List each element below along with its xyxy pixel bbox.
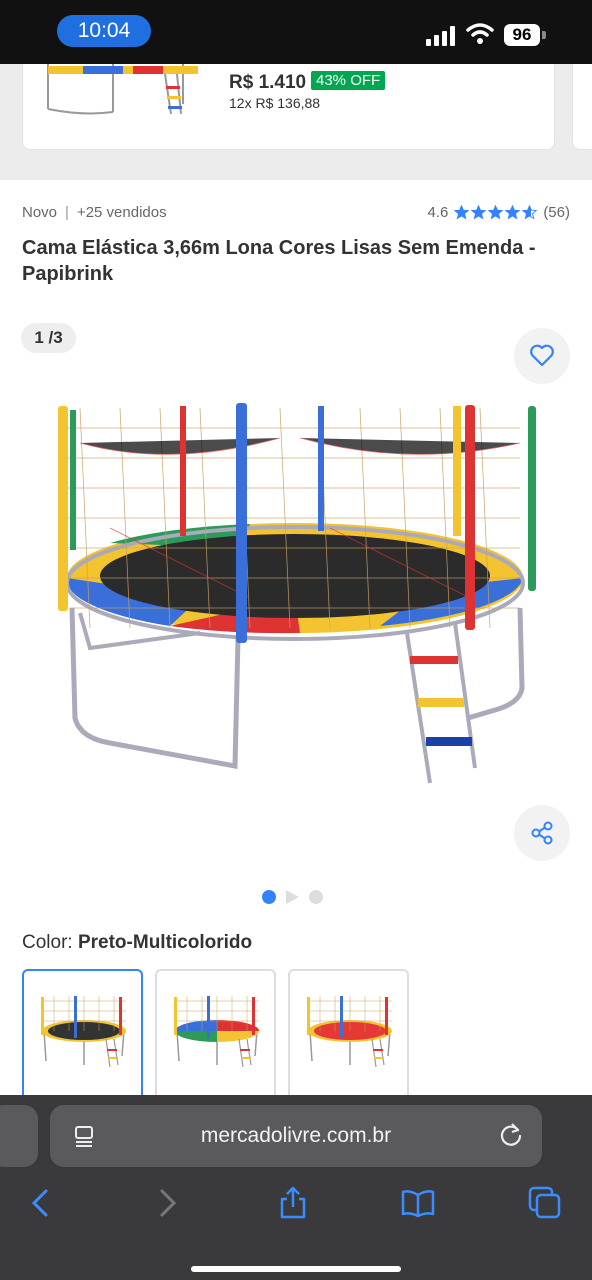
rating-value: 4.6 xyxy=(427,204,449,221)
star-icon xyxy=(522,205,538,220)
status-time: 10:04 xyxy=(57,15,151,47)
recommendation-thumbnail xyxy=(47,64,198,115)
product-title: Cama Elástica 3,66m Lona Cores Lisas Sem… xyxy=(22,237,536,285)
product-rating[interactable]: 4.6 (56) xyxy=(427,204,570,221)
recommendation-card[interactable]: R$ 1.410 43% OFF 12x R$ 136,88 xyxy=(22,64,555,150)
color-label: Color: Preto-Multicolorido xyxy=(22,932,252,954)
wifi-icon xyxy=(466,23,494,44)
address-bar[interactable]: mercadolivre.com.br xyxy=(50,1105,542,1167)
star-icon xyxy=(471,205,487,220)
share-icon xyxy=(531,821,553,845)
review-count: (56) xyxy=(543,204,570,221)
favorite-button[interactable] xyxy=(514,328,570,384)
star-icon xyxy=(505,205,521,220)
rating-stars xyxy=(454,205,538,220)
gallery-counter: 1 /3 xyxy=(21,323,76,353)
recommendation-strip[interactable]: R$ 1.410 43% OFF 12x R$ 136,88 xyxy=(0,64,592,180)
product-sales-info: Novo | +25 vendidos xyxy=(22,204,167,221)
reload-icon[interactable] xyxy=(498,1122,524,1148)
discount-badge: 43% OFF xyxy=(311,71,386,90)
heart-icon xyxy=(530,344,554,367)
page-dot-3[interactable] xyxy=(309,890,323,904)
color-swatch[interactable] xyxy=(155,969,276,1109)
status-bar: 10:04 96 xyxy=(0,0,592,64)
color-swatch[interactable] xyxy=(288,969,409,1109)
bookmarks-icon[interactable] xyxy=(400,1185,436,1221)
meta-separator: | xyxy=(65,204,69,221)
recommendation-installments: 12x R$ 136,88 xyxy=(229,95,321,111)
swatch-thumbnail xyxy=(41,996,126,1068)
color-label-prefix: Color: xyxy=(22,932,73,953)
swatch-thumbnail xyxy=(307,996,392,1068)
forward-icon[interactable] xyxy=(150,1185,186,1221)
tabs-icon[interactable] xyxy=(527,1185,563,1221)
star-icon xyxy=(488,205,504,220)
color-selected-value: Preto-Multicolorido xyxy=(77,932,253,953)
battery-indicator: 96 xyxy=(504,24,540,46)
swatch-thumbnail xyxy=(174,996,259,1068)
address-text: mercadolivre.com.br xyxy=(200,1124,392,1147)
color-swatch[interactable] xyxy=(22,969,143,1109)
signal-icon xyxy=(426,26,455,46)
star-icon xyxy=(454,205,470,220)
next-recommendation-card[interactable] xyxy=(572,64,592,150)
share-sheet-icon[interactable] xyxy=(275,1185,311,1221)
share-button[interactable] xyxy=(514,805,570,861)
home-indicator xyxy=(191,1266,401,1272)
recommendation-price: R$ 1.410 xyxy=(229,72,307,93)
back-icon[interactable] xyxy=(22,1185,58,1221)
gallery-pagination xyxy=(262,890,323,904)
product-sold-count: +25 vendidos xyxy=(76,204,167,221)
product-condition: Novo xyxy=(22,204,58,221)
page-dot-1[interactable] xyxy=(262,890,276,904)
battery-tip xyxy=(542,31,546,39)
previous-tab-preview[interactable] xyxy=(0,1105,38,1167)
browser-toolbar: mercadolivre.com.br xyxy=(0,1095,592,1280)
video-dot-icon[interactable] xyxy=(286,890,299,904)
product-image[interactable] xyxy=(50,398,540,790)
